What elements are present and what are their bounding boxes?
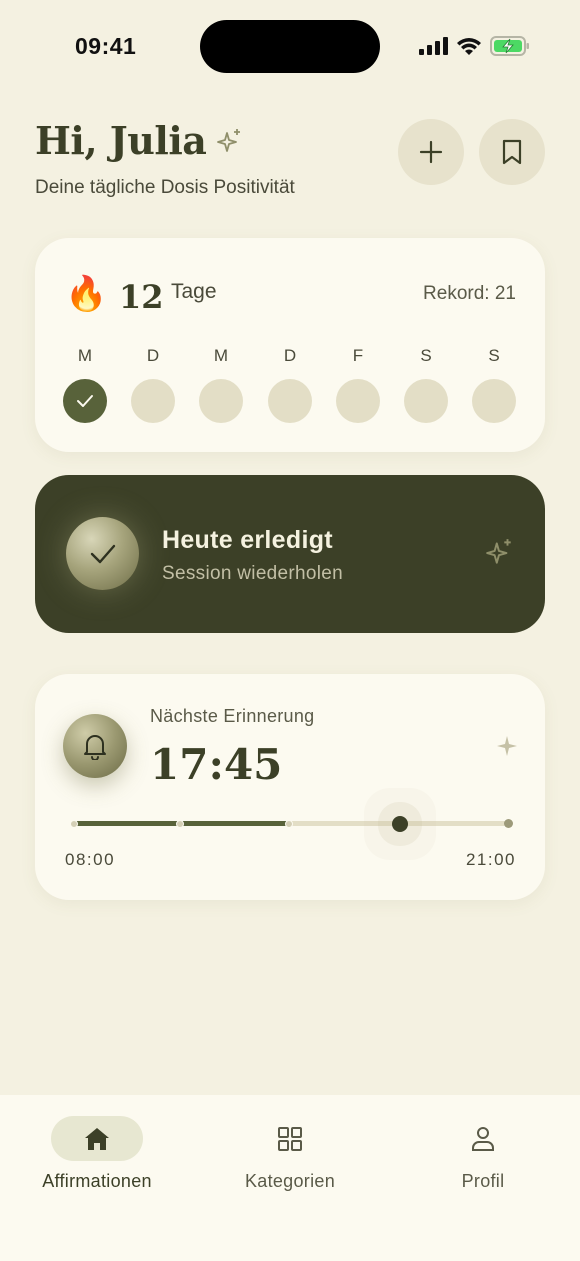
- tab-label: Profil: [461, 1171, 505, 1191]
- sparkle-icon: [497, 736, 517, 756]
- reminder-label: Nächste Erinnerung: [150, 706, 315, 726]
- repeat-session-link[interactable]: Session wiederholen: [162, 563, 343, 585]
- status-time: 09:41: [75, 33, 137, 59]
- sparkle-icon: [486, 539, 511, 564]
- bell-orb[interactable]: [63, 714, 127, 778]
- day-dot[interactable]: [131, 379, 175, 423]
- day-label: M: [213, 346, 229, 365]
- greeting: Hi, Julia: [35, 118, 244, 163]
- done-orb: [66, 517, 139, 590]
- tab-kategorien[interactable]: Kategorien: [195, 1116, 385, 1192]
- check-icon: [77, 395, 93, 407]
- day-label: D: [146, 346, 160, 365]
- greeting-subtitle: Deine tägliche Dosis Positivität: [35, 177, 295, 198]
- day-dot[interactable]: [472, 379, 516, 423]
- tab-affirmationen[interactable]: Affirmationen: [2, 1116, 192, 1192]
- dynamic-island: [200, 20, 380, 73]
- status-bar: 09:41: [0, 0, 580, 95]
- day-dot[interactable]: [404, 379, 448, 423]
- tab-bar: Affirmationen Kategorien Profil: [0, 1095, 580, 1261]
- today-done-card[interactable]: Heute erledigt Session wiederholen: [35, 475, 545, 633]
- day-label: S: [488, 346, 500, 365]
- range-start: 08:00: [65, 850, 116, 869]
- day-dot-done[interactable]: [63, 379, 107, 423]
- day-label: D: [283, 346, 297, 365]
- tab-label: Kategorien: [244, 1171, 336, 1191]
- slider-tick: [176, 819, 184, 828]
- day-dot[interactable]: [199, 379, 243, 423]
- slider-thumb[interactable]: [392, 816, 408, 832]
- bell-icon: [84, 735, 106, 760]
- add-button[interactable]: [398, 119, 464, 185]
- sparkle-icon: [217, 128, 241, 152]
- day-dot[interactable]: [336, 379, 380, 423]
- status-icons: [419, 36, 530, 56]
- slider-end: [504, 819, 513, 828]
- flame-icon: 🔥: [65, 274, 108, 314]
- grid-icon: [278, 1126, 302, 1151]
- reminder-card: Nächste Erinnerung 17:45 08:00 21:00: [35, 674, 545, 900]
- day-label: F: [352, 346, 364, 365]
- day-dot[interactable]: [268, 379, 312, 423]
- bookmark-icon: [502, 139, 522, 165]
- today-done-title: Heute erledigt: [162, 526, 333, 554]
- slider-tick: [285, 819, 293, 828]
- tab-label: Affirmationen: [42, 1171, 152, 1191]
- streak-record: Rekord: 21: [423, 283, 516, 304]
- user-icon: [472, 1126, 494, 1151]
- check-icon: [90, 544, 115, 563]
- reminder-time-slider[interactable]: [70, 816, 513, 832]
- streak-card: 🔥 12 Tage Rekord: 21 M D M D F S S: [35, 238, 545, 452]
- slider-tick: [70, 819, 78, 828]
- day-label: S: [420, 346, 432, 365]
- streak-unit: Tage: [171, 280, 217, 303]
- bookmark-button[interactable]: [479, 119, 545, 185]
- greeting-title: Hi, Julia: [35, 118, 207, 163]
- day-label: M: [77, 346, 93, 365]
- home-icon: [85, 1127, 109, 1150]
- tab-profil[interactable]: Profil: [388, 1116, 578, 1192]
- reminder-time[interactable]: 17:45: [150, 740, 282, 789]
- streak-count: 12: [119, 278, 164, 316]
- battery-charging-icon: [490, 36, 529, 56]
- range-end: 21:00: [465, 850, 516, 869]
- signal-icon: [419, 37, 448, 55]
- plus-icon: [419, 140, 443, 164]
- wifi-icon: [457, 37, 481, 55]
